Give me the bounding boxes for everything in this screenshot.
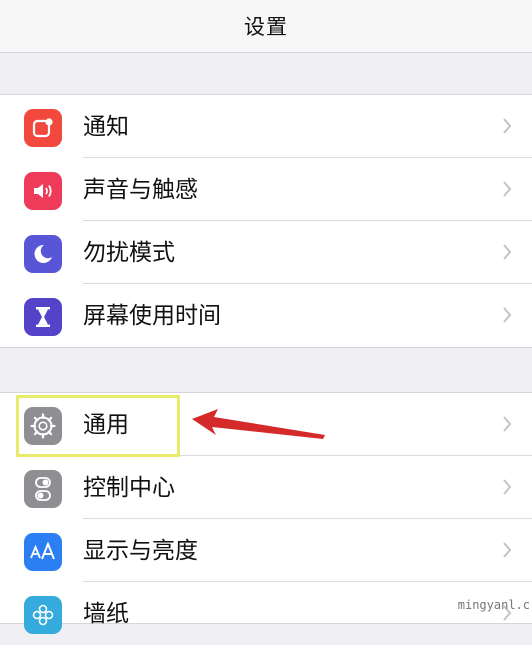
red-arrow-annotation <box>192 409 325 439</box>
chevron-right-icon <box>503 479 512 495</box>
row-label: 显示与亮度 <box>83 538 198 564</box>
chevron-right-icon <box>503 244 512 260</box>
toggles-icon <box>24 470 62 508</box>
moon-icon <box>24 235 62 273</box>
highlight-box <box>16 395 180 457</box>
row-label: 控制中心 <box>83 475 175 501</box>
row-label: 声音与触感 <box>83 177 198 203</box>
chevron-right-icon <box>503 307 512 323</box>
row-label: 勿扰模式 <box>83 240 175 266</box>
nav-bar: 设置 <box>0 0 532 53</box>
row-label: 墙纸 <box>83 601 129 627</box>
settings-row-sounds[interactable]: 声音与触感 <box>0 158 532 221</box>
chevron-right-icon <box>503 542 512 558</box>
settings-group-1: 通知 声音与触感 勿扰模式 屏幕使用时间 <box>0 94 532 348</box>
settings-row-screen-time[interactable]: 屏幕使用时间 <box>0 284 532 347</box>
settings-row-display[interactable]: 显示与亮度 <box>0 519 532 582</box>
settings-row-wallpaper[interactable]: 墙纸 <box>0 582 532 645</box>
text-size-icon <box>24 533 62 571</box>
hourglass-icon <box>24 298 62 336</box>
flower-icon <box>24 596 62 634</box>
page-title: 设置 <box>244 15 288 39</box>
row-label: 通知 <box>83 114 129 140</box>
chevron-right-icon <box>503 118 512 134</box>
row-label: 屏幕使用时间 <box>83 303 221 329</box>
settings-row-control-center[interactable]: 控制中心 <box>0 456 532 519</box>
chevron-right-icon <box>503 416 512 432</box>
settings-row-notifications[interactable]: 通知 <box>0 95 532 158</box>
speaker-icon <box>24 172 62 210</box>
watermark: mingyanl.c <box>457 598 530 612</box>
chevron-right-icon <box>503 181 512 197</box>
notifications-icon <box>24 109 62 147</box>
settings-row-do-not-disturb[interactable]: 勿扰模式 <box>0 221 532 284</box>
